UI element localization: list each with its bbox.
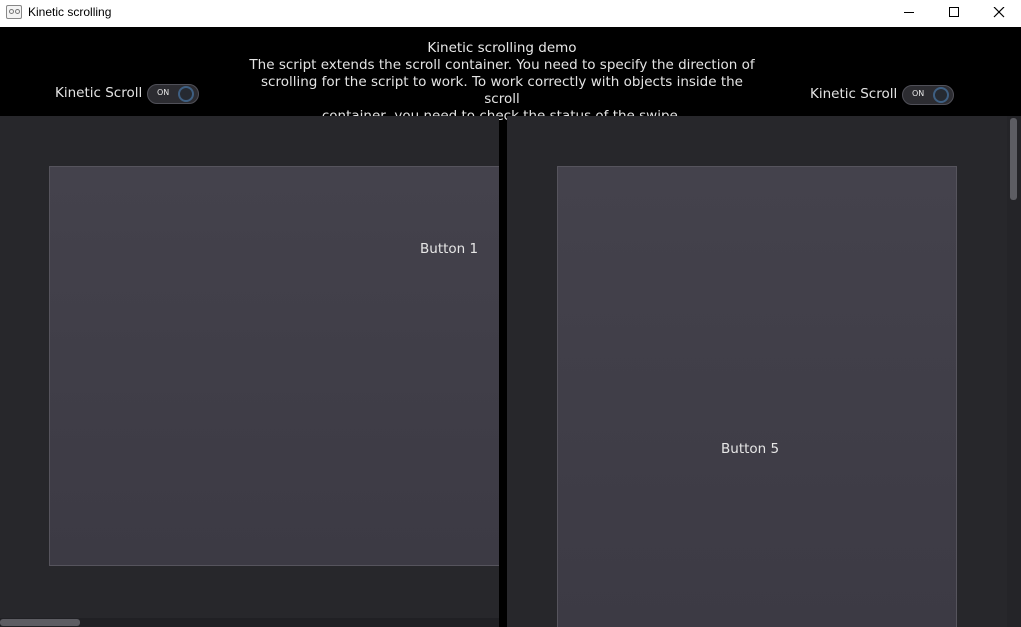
- close-button[interactable]: [976, 0, 1021, 27]
- description-line: scrolling for the script to work. To wor…: [261, 74, 743, 107]
- left-kinetic-scroll-label: Kinetic Scroll: [55, 85, 143, 101]
- window-title: Kinetic scrolling: [28, 5, 112, 19]
- toggle-knob: [178, 86, 194, 102]
- button-1-label: Button 1: [420, 241, 479, 257]
- minimize-icon: [904, 12, 914, 13]
- app-icon: [6, 5, 22, 19]
- left-kinetic-scroll-toggle[interactable]: ON: [147, 84, 199, 104]
- demo-header: Kinetic scrolling demo The script extend…: [0, 27, 1021, 124]
- toggle-knob: [933, 87, 949, 103]
- left-scrollbar-thumb[interactable]: [0, 619, 80, 626]
- button-5-label: Button 5: [721, 441, 780, 457]
- right-kinetic-scroll-toggle[interactable]: ON: [902, 85, 954, 105]
- right-kinetic-scroll-label: Kinetic Scroll: [810, 86, 898, 102]
- left-scroll-container[interactable]: [0, 116, 499, 627]
- right-scroll-container[interactable]: [507, 116, 1007, 627]
- maximize-button[interactable]: [931, 0, 977, 27]
- minimize-button[interactable]: [886, 0, 932, 27]
- button-1[interactable]: [49, 166, 499, 566]
- button-5[interactable]: [557, 166, 957, 627]
- right-scrollbar-thumb[interactable]: [1010, 118, 1017, 200]
- toggle-state-label: ON: [157, 88, 170, 97]
- window-titlebar[interactable]: Kinetic scrolling: [0, 0, 1021, 27]
- demo-description: The script extends the scroll container.…: [244, 57, 760, 125]
- toggle-state-label: ON: [912, 89, 925, 98]
- maximize-icon: [949, 7, 959, 17]
- close-icon: [993, 7, 1005, 18]
- demo-title: Kinetic scrolling demo: [427, 40, 577, 56]
- description-line: The script extends the scroll container.…: [249, 57, 755, 73]
